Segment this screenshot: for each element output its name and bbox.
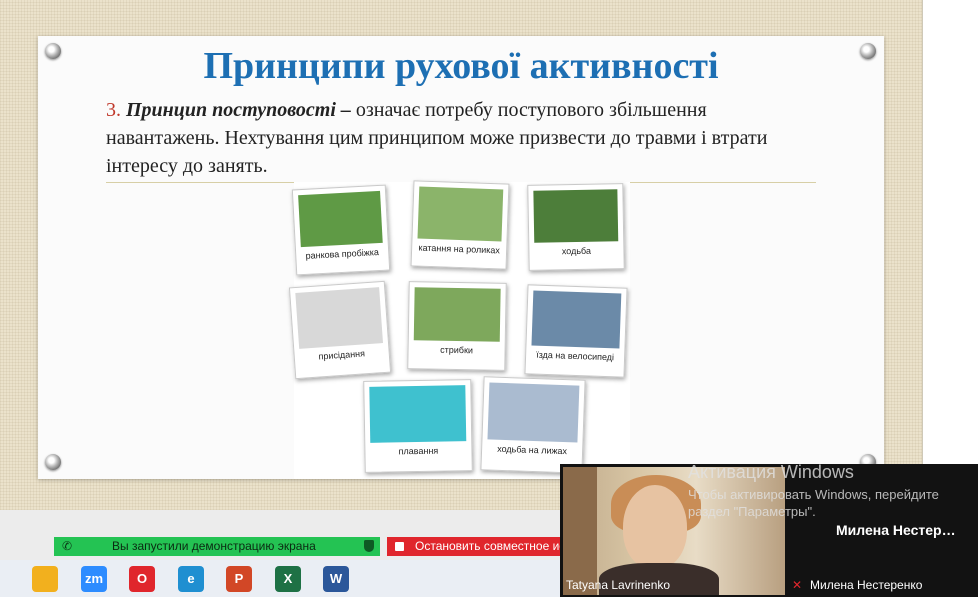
activity-card: їзда на велосипеді xyxy=(524,284,628,378)
activation-line: Чтобы активировать Windows, перейдите xyxy=(688,487,939,502)
activity-label: ходьба на лижах xyxy=(497,444,568,457)
activity-card: ходьба на лижах xyxy=(480,376,586,474)
opera-icon[interactable]: O xyxy=(129,566,155,592)
activity-photo xyxy=(298,190,383,248)
participant-face xyxy=(623,485,687,569)
shield-icon xyxy=(364,540,374,552)
activity-label: присідання xyxy=(318,348,366,362)
zoom-icon[interactable]: zm xyxy=(81,566,107,592)
windows-activation-watermark: Активация Windows Чтобы активировать Win… xyxy=(688,462,939,519)
stop-sharing-label: Остановить совместное ис xyxy=(415,539,560,553)
activity-label: катання на роликах xyxy=(418,242,501,256)
activation-title: Активация Windows xyxy=(688,462,854,482)
slide-title: Принципи рухової активності xyxy=(203,45,719,87)
activity-photo xyxy=(487,382,580,443)
activity-photos: ранкова пробіжка катання на роликах ходь… xyxy=(288,180,630,479)
stop-sharing-button[interactable]: Остановить совместное ис xyxy=(387,537,560,556)
share-status-text: Вы запустили демонстрацию экрана xyxy=(112,539,316,553)
activity-photo xyxy=(413,287,501,343)
edge-icon[interactable]: e xyxy=(178,566,204,592)
activity-card: плавання xyxy=(363,379,473,473)
participant-name: Tatyana Lavrinenko xyxy=(566,578,671,592)
activity-card: ходьба xyxy=(527,183,625,271)
term-dash: – xyxy=(335,99,351,121)
activity-label: ранкова пробіжка xyxy=(305,247,380,262)
background-door xyxy=(563,467,597,595)
activity-photo xyxy=(531,290,622,349)
phone-icon: ✆ xyxy=(62,539,73,553)
participant-tile-name: Милена Нестер… xyxy=(836,522,956,538)
mic-muted-icon: ✕ xyxy=(792,578,803,592)
activity-card: ранкова пробіжка xyxy=(291,184,391,276)
slide-body: 3. Принцип поступовості – означає потреб… xyxy=(106,96,806,180)
powerpoint-icon[interactable]: P xyxy=(226,566,252,592)
activity-card: стрибки xyxy=(407,281,507,371)
screen-share-status[interactable]: ✆ Вы запустили демонстрацию экрана xyxy=(54,537,380,556)
activity-photo xyxy=(417,186,504,242)
principle-term: Принцип поступовості xyxy=(126,99,336,121)
activity-label: ходьба xyxy=(561,245,592,257)
slide: Принципи рухової активності 3. Принцип п… xyxy=(38,36,884,479)
activity-photo xyxy=(533,189,619,243)
activity-label: плавання xyxy=(398,445,439,457)
right-panel xyxy=(922,0,978,510)
activity-photo xyxy=(369,385,467,443)
excel-icon[interactable]: X xyxy=(275,566,301,592)
activity-photo xyxy=(295,287,384,349)
activity-card: катання на роликах xyxy=(410,180,510,270)
activity-label: стрибки xyxy=(440,345,474,356)
item-number: 3. xyxy=(106,99,121,121)
activation-line: раздел "Параметры". xyxy=(688,504,816,519)
activity-label: їзда на велосипеді xyxy=(536,349,615,363)
stop-icon xyxy=(395,542,404,551)
participant-name: Милена Нестеренко xyxy=(810,578,923,592)
explorer-icon[interactable] xyxy=(32,566,58,592)
pin-icon xyxy=(45,454,61,470)
word-icon[interactable]: W xyxy=(323,566,349,592)
activity-card: присідання xyxy=(288,280,392,380)
